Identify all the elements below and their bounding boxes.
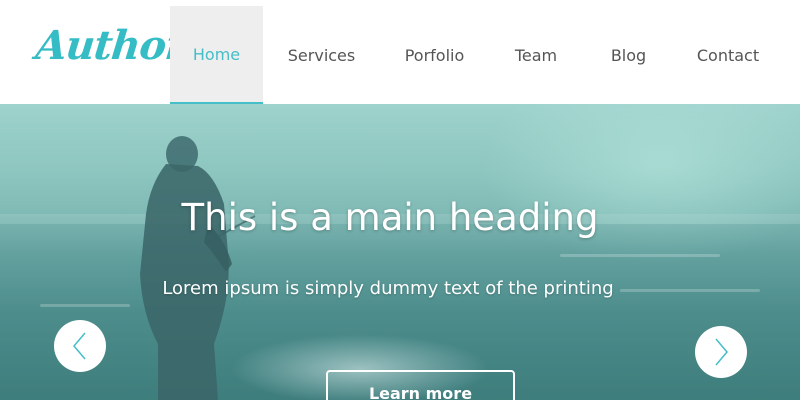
hero-slider: This is a main heading Lorem ipsum is si… [0,104,800,400]
nav-item-team[interactable]: Team [489,6,583,104]
chevron-right-icon [715,338,728,366]
navbar: Author Home Services Porfolio Team Blog … [0,0,800,104]
nav-item-porfolio[interactable]: Porfolio [380,6,489,104]
learn-more-button[interactable]: Learn more [326,370,515,400]
nav-item-services[interactable]: Services [263,6,380,104]
brand-logo[interactable]: Author [34,22,188,69]
slider-next-button[interactable] [695,326,747,378]
nav-item-blog[interactable]: Blog [583,6,674,104]
hero-subheading: Lorem ipsum is simply dummy text of the … [162,278,614,299]
hero-heading: This is a main heading [181,196,599,239]
nav-item-contact[interactable]: Contact [674,6,782,104]
fisherman-silhouette [140,136,256,400]
nav-item-home[interactable]: Home [170,6,263,104]
chevron-left-icon [73,332,86,360]
main-nav: Home Services Porfolio Team Blog Contact [170,6,782,104]
slider-prev-button[interactable] [54,320,106,372]
